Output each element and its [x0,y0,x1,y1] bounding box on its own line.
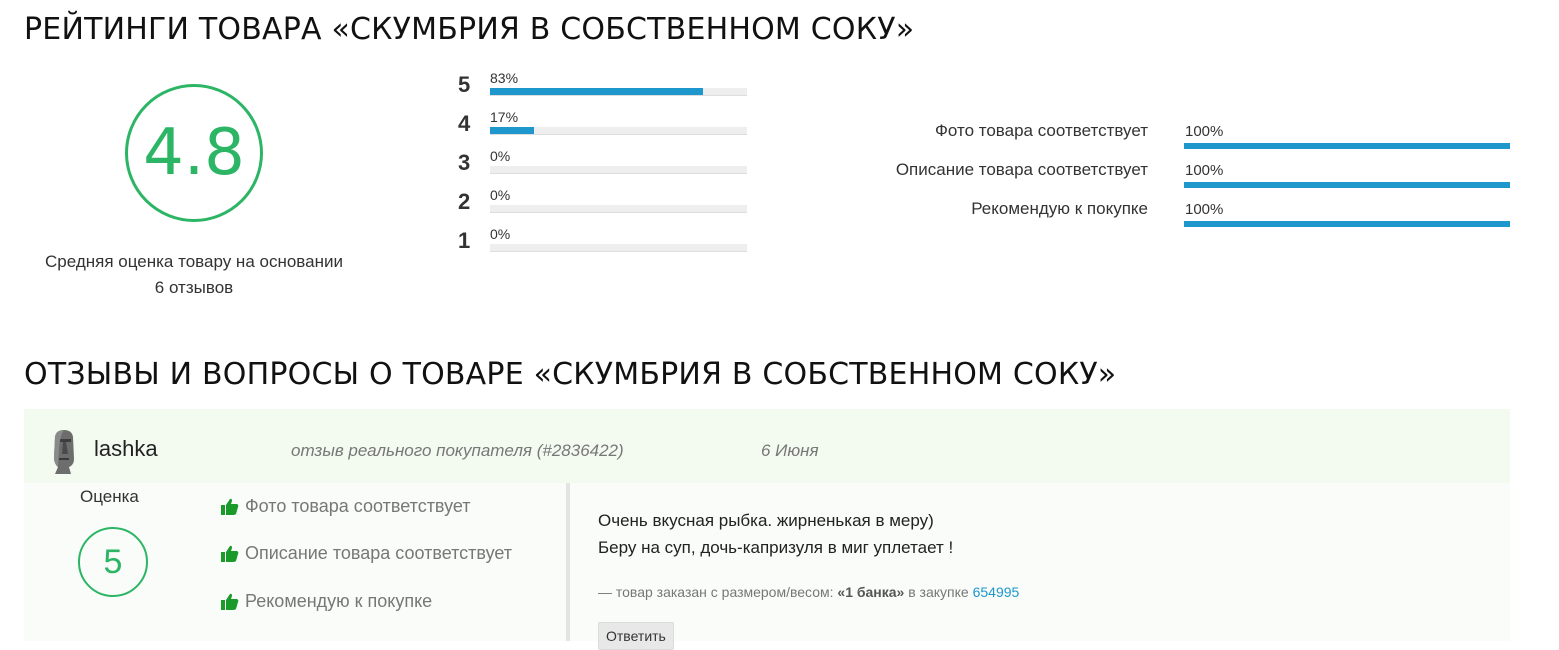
review-username[interactable]: lashka [94,436,158,462]
distribution-row: 4 17% [458,109,758,141]
distribution-bar-fill [490,127,534,134]
purchase-link[interactable]: 654995 [973,584,1020,600]
distribution-star-label: 3 [458,150,471,175]
distribution-bar-track [490,88,747,96]
check-photo-label: Фото товара соответствует [245,496,471,516]
reply-button[interactable]: Ответить [598,622,674,650]
distribution-star-label: 4 [458,111,471,136]
distribution-star-label: 5 [458,72,471,97]
criteria-row: Рекомендую к покупке 100% [760,199,1520,233]
thumbs-up-icon [221,593,239,610]
distribution-percent: 17% [490,109,519,125]
distribution-bar-track [490,205,747,213]
review-text: Очень вкусная рыбка. жирненькая в меру) … [598,507,953,561]
distribution-percent: 83% [490,70,519,86]
ratings-title: РЕЙТИНГИ ТОВАРА «СКУМБРИЯ В СОБСТВЕННОМ … [24,12,915,47]
average-caption-line1: Средняя оценка товару на основании [45,252,343,271]
criteria-percent: 100% [1185,201,1224,218]
distribution-row: 5 83% [458,70,758,102]
check-recommend: Рекомендую к покупке [221,591,432,612]
check-photo-matches: Фото товара соответствует [221,496,471,517]
check-description-matches: Описание товара соответствует [221,543,512,564]
verified-buyer-badge: отзыв реального покупателя (#2836422) [291,441,624,460]
distribution-bar-fill [490,88,704,95]
distribution-bar-track [490,166,747,174]
order-middle: в закупке [904,584,973,600]
thumbs-up-icon [221,498,239,515]
distribution-row: 3 0% [458,148,758,180]
criteria-label: Описание товара соответствует [895,160,1148,179]
criteria-percent: 100% [1185,123,1224,140]
average-caption-line2: 6 отзывов [154,278,234,297]
criteria-bar-track [1184,182,1510,188]
criteria-row: Фото товара соответствует 100% [760,121,1520,155]
thumbs-up-icon [221,545,239,562]
criteria-row: Описание товара соответствует 100% [760,160,1520,194]
average-score-value: 4.8 [143,116,245,190]
criteria-label: Фото товара соответствует [934,121,1148,140]
distribution-percent: 0% [490,226,511,242]
criteria-bar-track [1184,143,1510,149]
distribution-star-label: 2 [458,189,471,214]
review-rating-circle: 5 [78,527,148,597]
review-divider [566,483,570,641]
review-date: 6 Июня [761,441,819,460]
distribution-row: 1 0% [458,226,758,258]
review-text-line2: Беру на суп, дочь-капризуля в миг уплета… [598,538,954,557]
distribution-bar-track [490,127,747,135]
order-info: — товар заказан с размером/весом: «1 бан… [598,584,1019,600]
distribution-percent: 0% [490,187,511,203]
criteria-bar-fill [1184,182,1510,188]
moai-avatar-icon [54,430,74,474]
criteria-bar-fill [1184,143,1510,149]
review-card: lashka отзыв реального покупателя (#2836… [24,409,1510,650]
criteria-bar-track [1184,221,1510,227]
average-score-caption: Средняя оценка товару на основании 6 отз… [24,249,364,301]
order-size: «1 банка» [837,584,905,600]
average-score-circle: 4.8 [125,84,263,222]
distribution-row: 2 0% [458,187,758,219]
distribution-star-label: 1 [458,228,471,253]
reviews-title: ОТЗЫВЫ И ВОПРОСЫ О ТОВАРЕ «СКУМБРИЯ В СО… [24,357,1117,392]
order-prefix: — товар заказан с размером/весом: [598,584,838,600]
review-rating-value: 5 [103,542,123,581]
criteria-bar-fill [1184,221,1510,227]
distribution-percent: 0% [490,148,511,164]
check-description-label: Описание товара соответствует [245,543,513,563]
user-avatar[interactable] [50,429,78,480]
distribution-bar-track [490,244,747,252]
criteria-percent: 100% [1185,162,1224,179]
check-recommend-label: Рекомендую к покупке [245,591,433,611]
review-text-line1: Очень вкусная рыбка. жирненькая в меру) [598,511,934,530]
review-rating-label: Оценка [80,487,139,506]
criteria-label: Рекомендую к покупке [971,199,1148,218]
